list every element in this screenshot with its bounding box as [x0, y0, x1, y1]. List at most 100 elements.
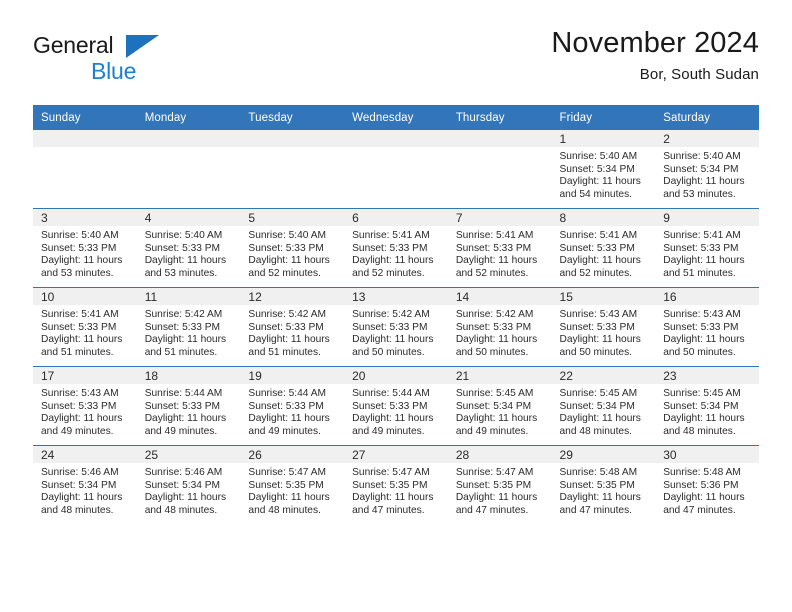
- day-cell-inner: 22 Sunrise: 5:45 AM Sunset: 5:34 PM Dayligh…: [551, 367, 656, 445]
- day-cell-inner: 4 Sunrise: 5:40 AM Sunset: 5:33 PM Daylight…: [136, 209, 241, 287]
- daylight-text: Daylight: 11 hours and 49 minutes.: [144, 413, 227, 437]
- brand-logo[interactable]: General Blue: [33, 32, 253, 90]
- day-number: 5: [240, 209, 345, 226]
- calendar-day-cell[interactable]: 5 Sunrise: 5:40 AM Sunset: 5:33 PM Daylight…: [240, 208, 345, 288]
- sunrise-text: Sunrise: 5:42 AM: [352, 309, 430, 320]
- calendar-day-cell-empty: [33, 130, 137, 209]
- day-number: 10: [33, 288, 137, 305]
- calendar-day-cell[interactable]: 27 Sunrise: 5:47 AM Sunset: 5:35 PM Dayligh…: [344, 445, 448, 524]
- calendar-grid: Sunday Monday Tuesday Wednesday Thursday Frid…: [33, 105, 759, 524]
- calendar-week-row: 17 Sunrise: 5:43 AM Sunset: 5:33 PM Dayligh…: [33, 366, 759, 446]
- sunset-text: Sunset: 5:33 PM: [41, 321, 117, 333]
- day-cell-inner: 29 Sunrise: 5:48 AM Sunset: 5:35 PM Dayligh…: [551, 446, 656, 524]
- sunrise-text: Sunrise: 5:42 AM: [144, 309, 223, 320]
- day-details: Sunrise: 5:41 AM Sunset: 5:33 PM Daylight:…: [552, 226, 656, 280]
- page-title: November 2024: [551, 27, 759, 59]
- day-number: 27: [344, 446, 448, 463]
- sunrise-text: Sunrise: 5:45 AM: [455, 388, 534, 399]
- sunset-text: Sunset: 5:33 PM: [455, 321, 532, 333]
- day-details: Sunrise: 5:40 AM Sunset: 5:33 PM Daylight:…: [137, 226, 241, 280]
- day-cell-inner: 11 Sunrise: 5:42 AM Sunset: 5:33 PM Dayligh…: [136, 288, 241, 366]
- calendar-day-cell[interactable]: 23 Sunrise: 5:45 AM Sunset: 5:34 PM Dayligh…: [655, 366, 759, 446]
- sunset-text: Sunset: 5:33 PM: [248, 400, 324, 412]
- day-cell-inner: 19 Sunrise: 5:44 AM Sunset: 5:33 PM Dayligh…: [240, 367, 345, 445]
- day-details: Sunrise: 5:46 AM Sunset: 5:34 PM Daylight:…: [137, 463, 241, 517]
- day-details: Sunrise: 5:40 AM Sunset: 5:33 PM Daylight:…: [33, 226, 137, 280]
- day-number: 11: [136, 288, 241, 305]
- day-details: Sunrise: 5:46 AM Sunset: 5:34 PM Daylight:…: [33, 463, 137, 517]
- daylight-text: Daylight: 11 hours and 49 minutes.: [352, 413, 434, 437]
- sunset-text: Sunset: 5:34 PM: [559, 163, 635, 175]
- calendar-day-cell[interactable]: 15 Sunrise: 5:43 AM Sunset: 5:33 PM Dayligh…: [551, 287, 656, 367]
- calendar-day-cell[interactable]: 4 Sunrise: 5:40 AM Sunset: 5:33 PM Daylight…: [136, 208, 241, 288]
- day-details: Sunrise: 5:42 AM Sunset: 5:33 PM Daylight:…: [240, 305, 344, 359]
- day-details: Sunrise: 5:41 AM Sunset: 5:33 PM Daylight:…: [33, 305, 137, 359]
- calendar-day-cell[interactable]: 8 Sunrise: 5:41 AM Sunset: 5:33 PM Daylight…: [551, 208, 656, 288]
- sunset-text: Sunset: 5:33 PM: [663, 242, 739, 254]
- calendar-day-cell[interactable]: 6 Sunrise: 5:41 AM Sunset: 5:33 PM Daylight…: [344, 208, 448, 288]
- calendar-day-cell[interactable]: 21 Sunrise: 5:45 AM Sunset: 5:34 PM Dayligh…: [447, 366, 552, 446]
- sunset-text: Sunset: 5:33 PM: [663, 321, 739, 333]
- sunrise-text: Sunrise: 5:46 AM: [41, 467, 119, 478]
- daylight-text: Daylight: 11 hours and 52 minutes.: [455, 255, 538, 279]
- sunrise-text: Sunrise: 5:43 AM: [41, 388, 119, 399]
- calendar-week-row: 24 Sunrise: 5:46 AM Sunset: 5:34 PM Dayligh…: [33, 445, 759, 524]
- daylight-text: Daylight: 11 hours and 52 minutes.: [352, 255, 434, 279]
- sunset-text: Sunset: 5:34 PM: [663, 400, 739, 412]
- calendar-day-cell[interactable]: 13 Sunrise: 5:42 AM Sunset: 5:33 PM Dayligh…: [344, 287, 448, 367]
- day-cell-inner: 10 Sunrise: 5:41 AM Sunset: 5:33 PM Dayligh…: [33, 288, 137, 366]
- calendar-day-cell[interactable]: 7 Sunrise: 5:41 AM Sunset: 5:33 PM Daylight…: [447, 208, 552, 288]
- calendar-day-cell[interactable]: 22 Sunrise: 5:45 AM Sunset: 5:34 PM Dayligh…: [551, 366, 656, 446]
- day-number: 18: [136, 367, 241, 384]
- calendar-day-cell[interactable]: 28 Sunrise: 5:47 AM Sunset: 5:35 PM Dayligh…: [447, 445, 552, 524]
- calendar-header-row: Sunday Monday Tuesday Wednesday Thursday Frid…: [33, 105, 759, 130]
- day-number: [344, 130, 448, 147]
- calendar-day-cell[interactable]: 12 Sunrise: 5:42 AM Sunset: 5:33 PM Dayligh…: [240, 287, 345, 367]
- day-cell-inner: 1 Sunrise: 5:40 AM Sunset: 5:34 PM Daylight…: [551, 130, 656, 208]
- calendar-day-cell[interactable]: 3 Sunrise: 5:40 AM Sunset: 5:33 PM Daylight…: [33, 208, 137, 288]
- calendar-day-cell[interactable]: 24 Sunrise: 5:46 AM Sunset: 5:34 PM Dayligh…: [33, 445, 137, 524]
- day-cell-inner: 15 Sunrise: 5:43 AM Sunset: 5:33 PM Dayligh…: [551, 288, 656, 366]
- calendar-day-cell[interactable]: 10 Sunrise: 5:41 AM Sunset: 5:33 PM Dayligh…: [33, 287, 137, 367]
- day-details: Sunrise: 5:42 AM Sunset: 5:33 PM Daylight:…: [344, 305, 448, 359]
- sunrise-text: Sunrise: 5:40 AM: [559, 151, 638, 162]
- calendar-day-cell[interactable]: 25 Sunrise: 5:46 AM Sunset: 5:34 PM Dayligh…: [136, 445, 241, 524]
- daylight-text: Daylight: 11 hours and 48 minutes.: [248, 492, 330, 516]
- day-cell-inner: 9 Sunrise: 5:41 AM Sunset: 5:33 PM Daylight…: [655, 209, 759, 287]
- day-number: 7: [447, 209, 552, 226]
- calendar-day-cell[interactable]: 1 Sunrise: 5:40 AM Sunset: 5:34 PM Daylight…: [551, 130, 656, 209]
- calendar-day-cell[interactable]: 19 Sunrise: 5:44 AM Sunset: 5:33 PM Dayligh…: [240, 366, 345, 446]
- title-block: November 2024 Bor, South Sudan: [551, 26, 759, 86]
- day-number: 9: [655, 209, 759, 226]
- calendar-day-cell[interactable]: 29 Sunrise: 5:48 AM Sunset: 5:35 PM Dayligh…: [551, 445, 656, 524]
- calendar-day-cell[interactable]: 18 Sunrise: 5:44 AM Sunset: 5:33 PM Dayligh…: [136, 366, 241, 446]
- day-number: [33, 130, 137, 147]
- day-cell-inner: 25 Sunrise: 5:46 AM Sunset: 5:34 PM Dayligh…: [136, 446, 241, 524]
- calendar-day-cell[interactable]: 16 Sunrise: 5:43 AM Sunset: 5:33 PM Dayligh…: [655, 287, 759, 367]
- calendar-day-cell[interactable]: 2 Sunrise: 5:40 AM Sunset: 5:34 PM Daylight…: [655, 130, 759, 209]
- calendar-day-cell[interactable]: 30 Sunrise: 5:48 AM Sunset: 5:36 PM Dayligh…: [655, 445, 759, 524]
- day-cell-inner: 14 Sunrise: 5:42 AM Sunset: 5:33 PM Dayligh…: [447, 288, 552, 366]
- daylight-text: Daylight: 11 hours and 48 minutes.: [663, 413, 745, 437]
- day-details: Sunrise: 5:43 AM Sunset: 5:33 PM Daylight:…: [552, 305, 656, 359]
- day-number: 1: [551, 130, 656, 147]
- calendar-day-cell[interactable]: 26 Sunrise: 5:47 AM Sunset: 5:35 PM Dayligh…: [240, 445, 345, 524]
- sunset-text: Sunset: 5:33 PM: [41, 242, 117, 254]
- calendar-week-row: 1 Sunrise: 5:40 AM Sunset: 5:34 PM Daylight…: [33, 130, 759, 209]
- daylight-text: Daylight: 11 hours and 49 minutes.: [248, 413, 330, 437]
- calendar-day-cell[interactable]: 14 Sunrise: 5:42 AM Sunset: 5:33 PM Dayligh…: [447, 287, 552, 367]
- daylight-text: Daylight: 11 hours and 47 minutes.: [352, 492, 434, 516]
- calendar-day-cell[interactable]: 11 Sunrise: 5:42 AM Sunset: 5:33 PM Dayligh…: [136, 287, 241, 367]
- day-number: 14: [447, 288, 552, 305]
- day-cell-inner: 28 Sunrise: 5:47 AM Sunset: 5:35 PM Dayligh…: [447, 446, 552, 524]
- calendar-day-cell[interactable]: 20 Sunrise: 5:44 AM Sunset: 5:33 PM Dayligh…: [344, 366, 448, 446]
- day-cell-inner: [240, 130, 345, 208]
- day-number: 2: [655, 130, 759, 147]
- sunset-text: Sunset: 5:34 PM: [41, 479, 117, 491]
- sunrise-text: Sunrise: 5:40 AM: [248, 230, 326, 241]
- calendar-day-cell[interactable]: 17 Sunrise: 5:43 AM Sunset: 5:33 PM Dayligh…: [33, 366, 137, 446]
- day-details: Sunrise: 5:44 AM Sunset: 5:33 PM Daylight:…: [344, 384, 448, 438]
- calendar-day-cell[interactable]: 9 Sunrise: 5:41 AM Sunset: 5:33 PM Daylight…: [655, 208, 759, 288]
- sunset-text: Sunset: 5:33 PM: [455, 242, 532, 254]
- sunrise-text: Sunrise: 5:45 AM: [559, 388, 638, 399]
